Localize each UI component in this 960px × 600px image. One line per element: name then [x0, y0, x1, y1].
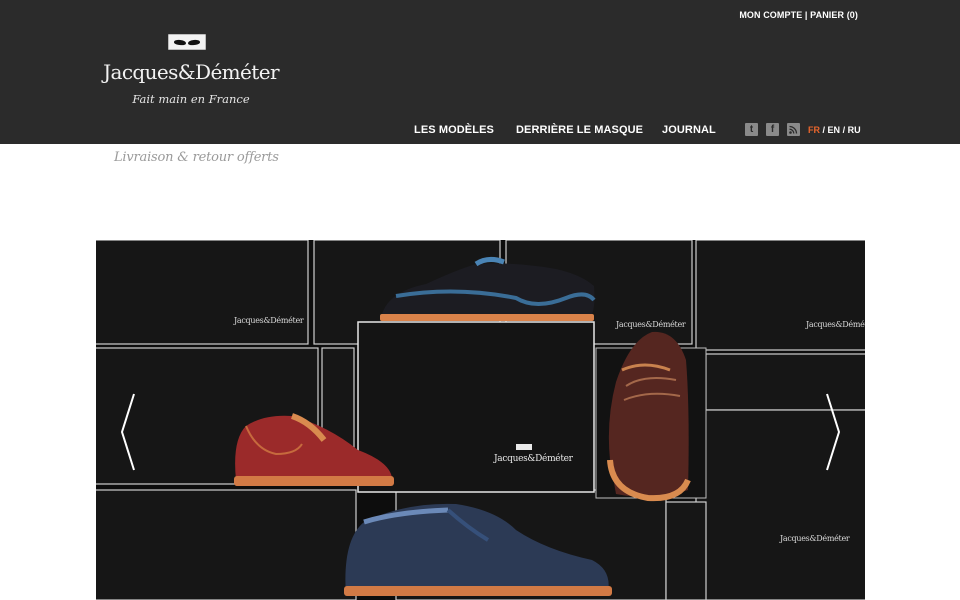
- brand-logo[interactable]: Jacques&Déméter Fait main en France: [96, 30, 286, 112]
- account-separator: |: [804, 10, 808, 20]
- box-brand-label: Jacques&Déméter: [616, 320, 686, 329]
- twitter-icon[interactable]: t: [745, 123, 758, 136]
- chevron-right-icon: [826, 393, 841, 471]
- hero-slider: Jacques&Déméter Jacques&Déméter Jacques&…: [96, 240, 865, 600]
- lang-en[interactable]: EN: [828, 125, 841, 135]
- account-links: MON COMPTE | PANIER (0): [739, 10, 858, 20]
- slider-next-button[interactable]: [823, 390, 843, 474]
- brand-tagline: Fait main en France: [132, 92, 250, 106]
- box-brand-label: Jacques&Déméter: [234, 316, 304, 325]
- box-brand-label: Jacques&Déméter: [806, 320, 865, 329]
- brand-name: Jacques&Déméter: [103, 60, 279, 84]
- cart-link[interactable]: PANIER (0): [810, 10, 858, 20]
- slider-prev-button[interactable]: [118, 390, 138, 474]
- hero-slide-image: [96, 240, 865, 600]
- box-brand-label: Jacques&Déméter: [494, 454, 573, 464]
- chevron-left-icon: [120, 393, 135, 471]
- site-header: MON COMPTE | PANIER (0) Jacques&Déméter …: [0, 0, 960, 144]
- box-brand-label: Jacques&Déméter: [780, 534, 850, 543]
- mask-logo-icon: [168, 34, 206, 50]
- nav-item-modeles[interactable]: LES MODÈLES: [414, 124, 494, 136]
- nav-item-derriere-le-masque[interactable]: DERRIÈRE LE MASQUE: [516, 124, 643, 136]
- lang-fr[interactable]: FR: [808, 125, 820, 135]
- shipping-banner: Livraison & retour offerts: [114, 150, 279, 165]
- lang-ru[interactable]: RU: [848, 125, 861, 135]
- lang-separator: /: [822, 125, 826, 135]
- nav-item-journal[interactable]: JOURNAL: [662, 124, 716, 136]
- language-switcher: FR / EN / RU: [808, 125, 861, 135]
- account-link[interactable]: MON COMPTE: [739, 10, 802, 20]
- facebook-icon[interactable]: f: [766, 123, 779, 136]
- lang-separator: /: [842, 125, 846, 135]
- rss-icon[interactable]: [787, 123, 800, 136]
